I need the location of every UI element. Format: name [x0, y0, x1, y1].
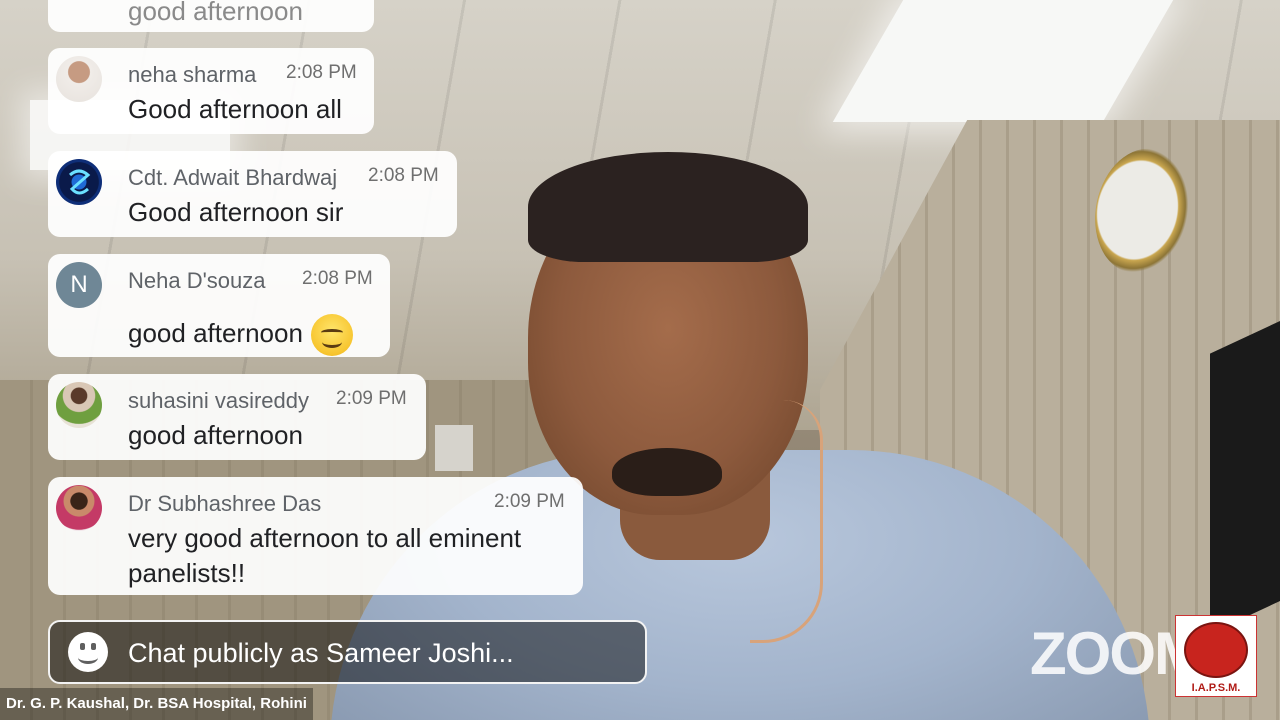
chat-input[interactable]: Chat publicly as Sameer Joshi... [48, 620, 647, 684]
smiling-face-emoji-icon [310, 314, 353, 357]
message-row: good afternoon [128, 312, 353, 357]
message-text-line: panelists!! [128, 558, 246, 588]
message-text: good afternoon [128, 420, 303, 450]
wall-outlet [435, 425, 473, 471]
sender-name: Cdt. Adwait Bhardwaj [128, 165, 338, 190]
earphone-wire [750, 400, 823, 643]
wall-monitor [1210, 316, 1280, 634]
emblem-icon [1184, 622, 1248, 678]
sender-name: Dr Subhashree Das [128, 491, 322, 516]
emoji-picker-icon[interactable] [68, 632, 108, 672]
avatar [56, 485, 102, 531]
avatar-letter: N [70, 271, 88, 298]
speaker-mustache [612, 448, 722, 496]
speaker-caption: Dr. G. P. Kaushal, Dr. BSA Hospital, Roh… [0, 688, 313, 720]
message-text: Good afternoon sir [128, 197, 344, 227]
organization-logo-text: I.A.P.S.M. [1191, 682, 1241, 694]
chat-message: Dr Subhashree Das 2:09 PM very good afte… [48, 477, 583, 595]
message-time: 2:09 PM [494, 491, 565, 512]
sender-name: neha sharma [128, 62, 257, 87]
sender-name: Neha D'souza [128, 268, 266, 293]
speaker-hair [528, 152, 808, 262]
avatar: N [56, 262, 102, 308]
avatar [56, 56, 102, 102]
message-time: 2:08 PM [302, 268, 373, 289]
message-time: 2:09 PM [336, 388, 407, 409]
message-text-line: very good afternoon to all eminent [128, 523, 522, 553]
message-time: 2:08 PM [286, 62, 357, 83]
chat-message: Cdt. Adwait Bhardwaj 2:08 PM Good aftern… [48, 151, 457, 237]
message-text: good afternoon [128, 318, 303, 348]
avatar [56, 159, 102, 205]
message-text: Good afternoon all [128, 94, 342, 124]
message-text: good afternoon [128, 0, 303, 26]
avatar [56, 382, 102, 428]
organization-logo: I.A.P.S.M. [1175, 615, 1257, 697]
chat-message: N Neha D'souza 2:08 PM good afternoon [48, 254, 390, 357]
chat-message-partial: good afternoon [48, 0, 374, 32]
chat-message: neha sharma 2:08 PM Good afternoon all [48, 48, 374, 134]
avatar-logo-icon [69, 169, 91, 195]
chat-input-placeholder: Chat publicly as Sameer Joshi... [128, 638, 514, 668]
message-time: 2:08 PM [368, 165, 439, 186]
chat-message: suhasini vasireddy 2:09 PM good afternoo… [48, 374, 426, 460]
sender-name: suhasini vasireddy [128, 388, 309, 413]
